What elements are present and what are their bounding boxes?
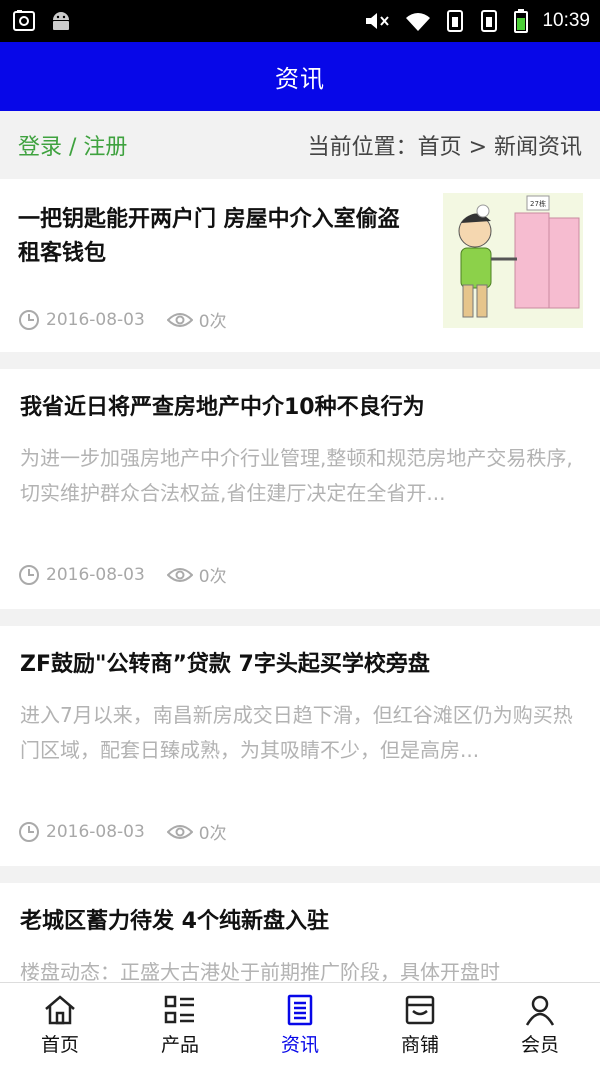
news-meta: 2016-08-03 0次 — [18, 819, 227, 844]
news-views: 0次 — [198, 824, 227, 844]
news-meta: 2016-08-03 0次 — [18, 562, 227, 587]
status-bar: 10:39 — [0, 0, 600, 42]
user-icon — [523, 994, 557, 1026]
news-title[interactable]: 老城区蓄力待发 4个纯新盘入驻 — [20, 905, 580, 939]
mute-icon — [364, 10, 390, 32]
breadcrumb: 当前位置：首页 > 新闻资讯 — [307, 135, 582, 160]
sim2-signal-icon — [480, 9, 500, 33]
eye-icon — [166, 311, 193, 329]
nav-home[interactable]: 首页 — [0, 983, 120, 1067]
news-summary: 为进一步加强房地产中介行业管理,整顿和规范房地产交易秩序,切实维护群众合法权益,… — [20, 446, 573, 505]
shop-icon — [403, 994, 437, 1026]
news-item[interactable]: ZF鼓励"公转商”贷款 7字头起买学校旁盘 进入7月以来，南昌新房成交日趋下滑，… — [0, 626, 600, 866]
screenshot-icon — [12, 10, 36, 32]
nav-news[interactable]: 资讯 — [240, 983, 360, 1067]
bottom-nav: 首页 产品 资讯 商铺 会员 — [0, 982, 600, 1067]
news-thumbnail[interactable]: 27栋 — [443, 193, 583, 328]
news-title[interactable]: ZF鼓励"公转商”贷款 7字头起买学校旁盘 — [20, 648, 580, 682]
clock-time: 10:39 — [542, 10, 590, 31]
login-register-link[interactable]: 登录 / 注册 — [18, 129, 127, 161]
news-views: 0次 — [198, 312, 227, 332]
nav-home-label: 首页 — [40, 1033, 79, 1056]
news-date: 2016-08-03 — [46, 821, 145, 842]
nav-shops[interactable]: 商铺 — [360, 983, 480, 1067]
news-date: 2016-08-03 — [46, 564, 145, 585]
news-views: 0次 — [198, 567, 227, 587]
clock-icon — [18, 821, 40, 843]
clock-icon — [18, 309, 40, 331]
clock-icon — [18, 564, 40, 586]
news-summary: 楼盘动态：正盛大古港处于前期推广阶段，具体开盘时 — [20, 960, 500, 982]
news-date: 2016-08-03 — [46, 309, 145, 330]
news-title[interactable]: 一把钥匙能开两户门 房屋中介入室偷盗租客钱包 — [18, 203, 418, 271]
android-icon — [50, 10, 72, 32]
wifi-icon — [404, 10, 432, 32]
nav-products[interactable]: 产品 — [120, 983, 240, 1067]
news-item[interactable]: 我省近日将严查房地产中介10种不良行为 为进一步加强房地产中介行业管理,整顿和规… — [0, 369, 600, 609]
page-title: 资讯 — [275, 65, 325, 93]
news-list: 一把钥匙能开两户门 房屋中介入室偷盗租客钱包 27栋 2016-08-03 0次… — [0, 179, 600, 982]
nav-member-label: 会员 — [520, 1033, 559, 1056]
news-summary: 进入7月以来，南昌新房成交日趋下滑，但红谷滩区仍为购买热门区域，配套日臻成熟，为… — [20, 703, 573, 762]
app-header: 资讯 — [0, 42, 600, 111]
news-item[interactable]: 老城区蓄力待发 4个纯新盘入驻 楼盘动态：正盛大古港处于前期推广阶段，具体开盘时 — [0, 883, 600, 982]
sim1-signal-icon — [446, 9, 466, 33]
battery-icon — [514, 9, 529, 33]
nav-shops-label: 商铺 — [400, 1033, 439, 1056]
breadcrumb-bar: 登录 / 注册 当前位置：首页 > 新闻资讯 — [0, 111, 600, 179]
door-number-label: 27栋 — [530, 199, 546, 208]
nav-products-label: 产品 — [160, 1033, 199, 1056]
eye-icon — [166, 566, 193, 584]
document-icon — [283, 994, 317, 1026]
grid-list-icon — [163, 994, 197, 1026]
news-title[interactable]: 我省近日将严查房地产中介10种不良行为 — [20, 391, 580, 425]
news-item[interactable]: 一把钥匙能开两户门 房屋中介入室偷盗租客钱包 27栋 2016-08-03 0次 — [0, 179, 600, 352]
eye-icon — [166, 823, 193, 841]
nav-member[interactable]: 会员 — [480, 983, 600, 1067]
home-icon — [43, 994, 77, 1026]
nav-news-label: 资讯 — [280, 1033, 319, 1056]
news-meta: 2016-08-03 0次 — [18, 307, 227, 332]
